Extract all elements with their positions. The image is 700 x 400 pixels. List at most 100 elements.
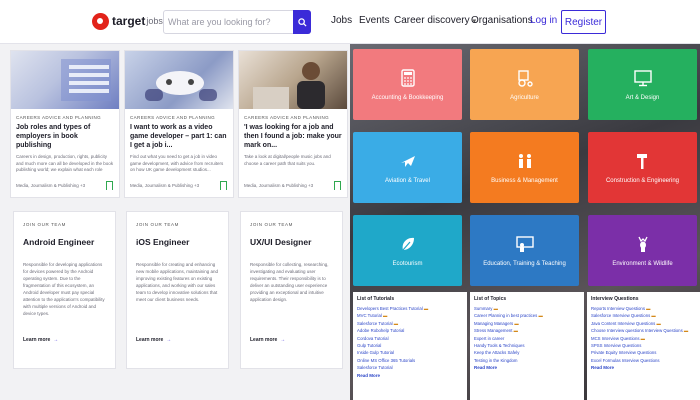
job-description: Responsible for creating and enhancing n… [136,262,219,302]
list-item-label: MCS Interview Questions [591,335,640,341]
new-badge-icon: ▬ [392,320,399,326]
nav-organisations[interactable]: Organisations [471,15,533,26]
nav-jobs[interactable]: Jobs [331,15,352,26]
category-tile-education[interactable]: Education, Training & Teaching [470,215,579,286]
interview-questions-list: Interview Questions Reports Interview Qu… [587,292,700,400]
article-card[interactable]: CAREERS ADVICE AND PLANNING 'I was looki… [238,50,348,198]
list-item[interactable]: Career Planning in best practices ▬ [474,312,580,319]
deer-icon [634,235,652,253]
category-tile-art-design[interactable]: Art & Design [588,49,697,120]
list-item-label: Choose Interview questions Interview Que… [591,328,683,334]
article-image [11,51,119,109]
list-item[interactable]: MVC Tutorial ▬ [357,312,463,319]
hammer-icon [634,152,652,170]
list-item[interactable]: Developers Best Practices Tutorial ▬ [357,305,463,312]
list-item-label: Inside Gulp Tutorial [357,350,395,356]
list-item[interactable]: SPSS Interview Questions [591,342,697,349]
category-tile-construction[interactable]: Construction & Engineering [588,132,697,203]
article-card[interactable]: CAREERS ADVICE AND PLANNING I want to wo… [124,50,234,198]
list-item-label: Handy Tools & Techniques [474,343,525,349]
article-title[interactable]: 'I was looking for a job and then I foun… [244,123,342,151]
list-item-label: Private Equity Interview Questions [591,350,657,356]
learn-more-link[interactable]: Learn more → [136,337,219,343]
search-input[interactable] [168,11,292,33]
list-heading: List of Tutorials [357,296,395,302]
article-category: CAREERS ADVICE AND PLANNING [130,115,216,120]
list-heading: List of Topics [474,296,507,302]
list-item-label: Cordova Tutorial [357,335,389,341]
logo[interactable]: target jobs [92,11,163,31]
list-item[interactable]: Handy Tools & Techniques [474,342,580,349]
list-item[interactable]: Salesforce Tutorial ▬ [357,320,463,327]
article-title[interactable]: I want to work as a video game developer… [130,123,228,151]
job-card[interactable]: JOIN OUR TEAM UX/UI Designer Responsible… [240,211,343,369]
job-card[interactable]: JOIN OUR TEAM iOS Engineer Responsible f… [126,211,229,369]
list-item[interactable]: Keep the Attacks Safely [474,349,580,356]
category-tile-accounting[interactable]: Accounting & Bookkeeping [353,49,462,120]
list-item-label: Excel Formulas Interview Questions [591,357,660,363]
article-description: Take a look at digital/people music jobs… [244,154,331,166]
leaf-icon [399,235,417,253]
list-item[interactable]: Salesforce Interview Questions ▬ [591,312,697,319]
list-item[interactable]: Excel Formulas Interview Questions [591,357,697,364]
list-item-label: Developers Best Practices Tutorial [357,306,423,311]
category-label: Education, Training & Teaching [483,260,566,267]
category-tile-environment[interactable]: Environment & Wildlife [588,215,697,286]
category-tile-ecotourism[interactable]: Ecotourism [353,215,462,286]
learn-more-link[interactable]: Learn more → [250,337,333,343]
list-item[interactable]: Reports Interview Questions ▬ [591,305,697,312]
read-more-link[interactable]: Read More [591,365,697,370]
bookmark-icon[interactable] [334,181,341,190]
list-item[interactable]: Online MS Office 365 Tutorials [357,357,463,364]
arrow-right-icon: → [53,337,59,343]
list-item-label: MVC Tutorial [357,313,382,319]
list-item[interactable]: Java Content Interview Questions ▬ [591,320,697,327]
list-item-label: Testing in the Kingdom [474,357,518,363]
search-box [163,10,311,34]
category-tile-aviation[interactable]: Aviation & Travel [353,132,462,203]
login-link[interactable]: Log in [530,15,557,26]
category-label: Business & Management [491,177,558,184]
article-card[interactable]: CAREERS ADVICE AND PLANNING Job roles an… [10,50,120,198]
read-more-link[interactable]: Read More [357,373,463,378]
list-item[interactable]: Managing Managers ▬ [474,320,580,327]
new-badge-icon: ▬ [512,328,518,334]
nav-events[interactable]: Events [359,15,390,26]
category-tile-business[interactable]: Business & Management [470,132,579,203]
nav-career-discovery[interactable]: Career discovery ▾ [394,15,476,26]
bookmark-icon[interactable] [106,181,113,190]
learn-more-link[interactable]: Learn more → [23,337,106,343]
list-item-label: Expert in career [474,335,505,341]
category-tile-agriculture[interactable]: Agriculture [470,49,579,120]
list-item-label: Managing Managers [474,320,514,326]
job-eyebrow: JOIN OUR TEAM [250,222,293,227]
read-more-link[interactable]: Read More [474,365,580,370]
list-items: Reports Interview Questions ▬ Salesforce … [591,305,697,364]
list-item-label: Gulp Tutorial [357,343,382,349]
list-item[interactable]: Adobe Robohelp Tutorial [357,327,463,334]
arrow-right-icon: → [280,337,286,343]
list-item[interactable]: Inside Gulp Tutorial [357,349,463,356]
search-button[interactable] [293,10,311,34]
register-button[interactable]: Register [561,10,606,34]
list-item[interactable]: Cordova Tutorial [357,335,463,342]
list-item-label: Salesforce Interview Questions [591,313,651,319]
job-card[interactable]: JOIN OUR TEAM Android Engineer Responsib… [13,211,116,369]
list-item[interactable]: Salesforce Tutorial [357,364,463,371]
article-title[interactable]: Job roles and types of employers in book… [16,123,114,151]
list-item[interactable]: Private Equity Interview Questions [591,349,697,356]
job-title: iOS Engineer [136,237,190,247]
list-heading: Interview Questions [591,296,639,302]
list-item[interactable]: Gulp Tutorial [357,342,463,349]
bookmark-icon[interactable] [220,181,227,190]
list-item[interactable]: MCS Interview Questions ▬ [591,335,697,342]
logo-text: target [112,14,146,28]
list-item[interactable]: Choose Interview questions Interview Que… [591,327,697,334]
learn-more-label: Learn more [250,337,278,343]
category-label: Ecotourism [392,260,423,267]
list-item[interactable]: Stress Management ▬ [474,327,580,334]
list-item[interactable]: Expert in career [474,335,580,342]
job-description: Responsible for developing applications … [23,262,105,316]
list-item[interactable]: Testing in the Kingdom [474,357,580,364]
list-item[interactable]: Summary ▬ [474,305,580,312]
